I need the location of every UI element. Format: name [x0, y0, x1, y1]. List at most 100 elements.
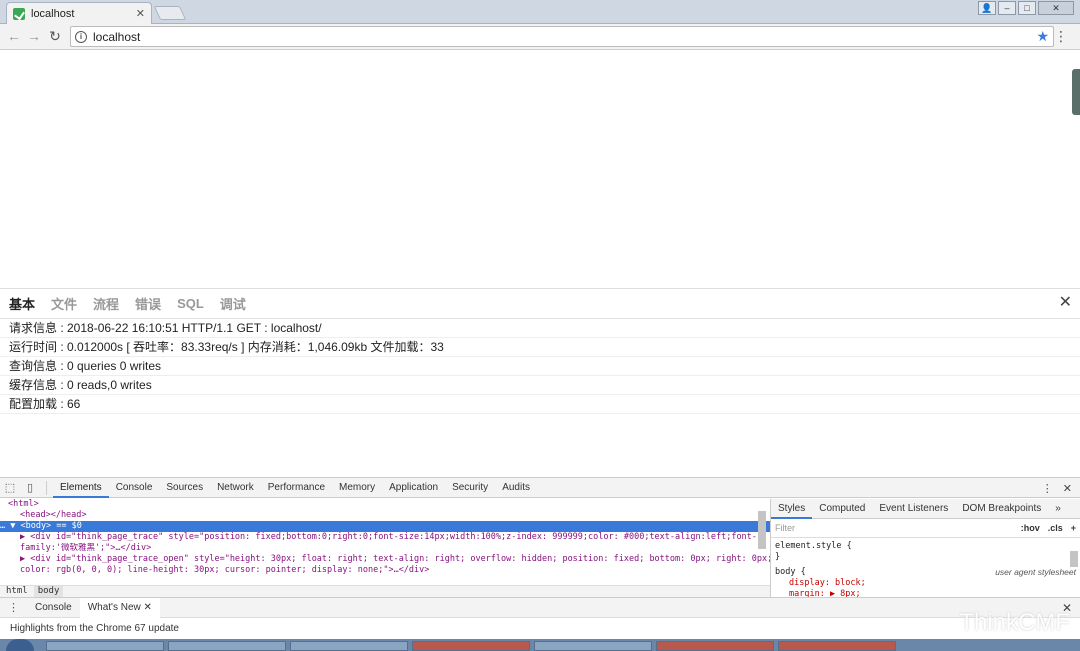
watermark: ThinkCMF — [959, 609, 1070, 636]
styles-filter-input[interactable]: Filter — [775, 523, 1013, 533]
devtools-tab-console[interactable]: Console — [109, 478, 160, 498]
dom-node-body-selected[interactable]: … ▼ <body> == $0 — [0, 521, 770, 532]
start-button[interactable] — [6, 639, 34, 651]
breadcrumb-body[interactable]: body — [33, 586, 64, 597]
trace-tab-flow[interactable]: 流程 — [93, 294, 119, 313]
styles-pane: Styles Computed Event Listeners DOM Brea… — [770, 499, 1080, 599]
reload-icon[interactable]: ↻ — [47, 28, 63, 44]
back-arrow-icon[interactable]: ← — [6, 28, 22, 44]
dom-node-html[interactable]: <html> — [0, 499, 770, 510]
user-icon[interactable]: 👤 — [978, 1, 996, 15]
elements-tree: <html> <head></head> … ▼ <body> == $0 ▶ … — [0, 499, 770, 597]
device-toggle-icon[interactable]: ▯ — [20, 478, 40, 498]
body-selector[interactable]: body { — [775, 567, 806, 577]
browser-tab[interactable]: localhost ✕ — [6, 2, 152, 24]
trace-row-runtime: 运行时间 : 0.012000s [ 吞吐率：83.33req/s ] 内存消耗… — [0, 338, 1080, 357]
breadcrumb-html[interactable]: html — [2, 586, 32, 597]
trace-row-cache: 缓存信息 : 0 reads,0 writes — [0, 376, 1080, 395]
styles-tab-dom-breakpoints[interactable]: DOM Breakpoints — [955, 499, 1048, 519]
taskbar-item-2[interactable] — [168, 641, 286, 651]
devtools-drawer: ⋮ Console What's New ✕ ✕ Highlights from… — [0, 597, 1080, 640]
devtools-main: <html> <head></head> … ▼ <body> == $0 ▶ … — [0, 499, 1080, 599]
trace-tab-basic[interactable]: 基本 — [9, 294, 35, 313]
dom-breadcrumb: html body — [0, 585, 770, 597]
inspect-element-icon[interactable]: ⬚ — [0, 478, 20, 498]
devtools-tab-memory[interactable]: Memory — [332, 478, 382, 498]
dom-node-head[interactable]: <head></head> — [0, 510, 770, 521]
dom-node-trace-div-cont: family:'微软雅黑';">…</div> — [20, 543, 152, 553]
drawer-menu-icon[interactable]: ⋮ — [0, 601, 27, 614]
drawer-tab-whats-new[interactable]: What's New ✕ — [79, 597, 160, 618]
element-style-rule[interactable]: element.style { — [775, 541, 1076, 552]
forward-arrow-icon[interactable]: → — [26, 28, 42, 44]
devtools-tab-application[interactable]: Application — [382, 478, 445, 498]
css-prop-display[interactable]: display: block; — [775, 578, 1076, 589]
devtools-tab-elements[interactable]: Elements — [53, 478, 109, 498]
styles-tabs: Styles Computed Event Listeners DOM Brea… — [771, 499, 1080, 519]
taskbar-item-3[interactable] — [290, 641, 408, 651]
taskbar-item-7[interactable] — [778, 641, 896, 651]
page-scrollbar[interactable] — [1072, 69, 1080, 115]
new-tab-button[interactable] — [153, 6, 187, 20]
trace-row-request: 请求信息 : 2018-06-22 16:10:51 HTTP/1.1 GET … — [0, 319, 1080, 338]
browser-menu-icon[interactable]: ⋮ — [1054, 28, 1068, 44]
bookmark-star-icon[interactable]: ★ — [1036, 28, 1049, 45]
toolbar-divider — [46, 480, 47, 495]
trace-row-config: 配置加载 : 66 — [0, 395, 1080, 414]
tab-close-icon[interactable]: ✕ — [136, 7, 145, 20]
drawer-tab-console[interactable]: Console — [27, 598, 80, 618]
trace-row-query: 查询信息 : 0 queries 0 writes — [0, 357, 1080, 376]
minimize-button[interactable]: – — [998, 1, 1016, 15]
styles-tab-event-listeners[interactable]: Event Listeners — [872, 499, 955, 519]
devtools-tab-security[interactable]: Security — [445, 478, 495, 498]
os-taskbar — [0, 639, 1080, 651]
maximize-button[interactable]: □ — [1018, 1, 1036, 15]
trace-tabs: 基本 文件 流程 错误 SQL 调试 — [0, 289, 1080, 319]
cls-toggle[interactable]: .cls — [1048, 523, 1063, 533]
tab-strip: localhost ✕ 👤 – □ ✕ — [0, 0, 1080, 24]
dom-node-trace-open-div[interactable]: ▶ <div id="think_page_trace_open" style=… — [0, 554, 770, 565]
devtools-tab-performance[interactable]: Performance — [261, 478, 332, 498]
user-agent-source: user agent stylesheet — [995, 567, 1076, 577]
devtools-tab-network[interactable]: Network — [210, 478, 261, 498]
devtools-tab-audits[interactable]: Audits — [495, 478, 537, 498]
address-bar[interactable]: i localhost ★ — [70, 26, 1054, 47]
site-favicon-icon — [13, 7, 25, 20]
devtools-panel: ⬚ ▯ Elements Console Sources Network Per… — [0, 477, 1080, 639]
dom-node-trace-open-div-cont: color: rgb(0, 0, 0); line-height: 30px; … — [20, 565, 430, 575]
trace-tab-sql[interactable]: SQL — [177, 296, 204, 311]
styles-filter-bar: Filter :hov .cls + — [771, 519, 1080, 538]
info-icon[interactable]: i — [75, 30, 87, 43]
devtools-right-controls: ⋮ ✕ — [1042, 478, 1072, 498]
trace-close-icon[interactable]: ✕ — [1059, 295, 1072, 311]
taskbar-item-1[interactable] — [46, 641, 164, 651]
trace-tab-debug[interactable]: 调试 — [220, 294, 246, 313]
devtools-toolbar: ⬚ ▯ Elements Console Sources Network Per… — [0, 478, 1080, 498]
page-trace-panel: 基本 文件 流程 错误 SQL 调试 ✕ 请求信息 : 2018-06-22 1… — [0, 288, 1080, 478]
body-rule-header: body { user agent stylesheet — [775, 567, 1076, 578]
styles-scrollbar[interactable] — [1070, 551, 1078, 567]
url-text[interactable]: localhost — [93, 30, 1036, 44]
elements-scrollbar[interactable] — [758, 511, 766, 549]
hov-toggle[interactable]: :hov — [1021, 523, 1040, 533]
devtools-tab-sources[interactable]: Sources — [159, 478, 210, 498]
window-controls: 👤 – □ ✕ — [978, 1, 1074, 15]
trace-tab-files[interactable]: 文件 — [51, 294, 77, 313]
close-window-button[interactable]: ✕ — [1038, 1, 1074, 15]
trace-tab-errors[interactable]: 错误 — [135, 294, 161, 313]
whats-new-message: Highlights from the Chrome 67 update — [10, 623, 179, 634]
add-rule-icon[interactable]: + — [1071, 523, 1076, 533]
dom-node-trace-div[interactable]: ▶ <div id="think_page_trace" style="posi… — [0, 532, 770, 543]
devtools-close-icon[interactable]: ✕ — [1063, 482, 1072, 495]
styles-tab-styles[interactable]: Styles — [771, 499, 813, 519]
taskbar-item-4[interactable] — [412, 641, 530, 651]
drawer-tab-close-icon[interactable]: ✕ — [144, 602, 152, 613]
styles-more-icon[interactable]: » — [1048, 499, 1068, 519]
page-viewport: 基本 文件 流程 错误 SQL 调试 ✕ 请求信息 : 2018-06-22 1… — [0, 51, 1080, 478]
styles-tab-computed[interactable]: Computed — [812, 499, 872, 519]
browser-toolbar: ← → ↻ i localhost ★ ⋮ — [0, 24, 1080, 50]
taskbar-item-5[interactable] — [534, 641, 652, 651]
taskbar-item-6[interactable] — [656, 641, 774, 651]
devtools-menu-icon[interactable]: ⋮ — [1042, 482, 1053, 495]
drawer-tab-whats-new-label: What's New — [87, 601, 141, 613]
